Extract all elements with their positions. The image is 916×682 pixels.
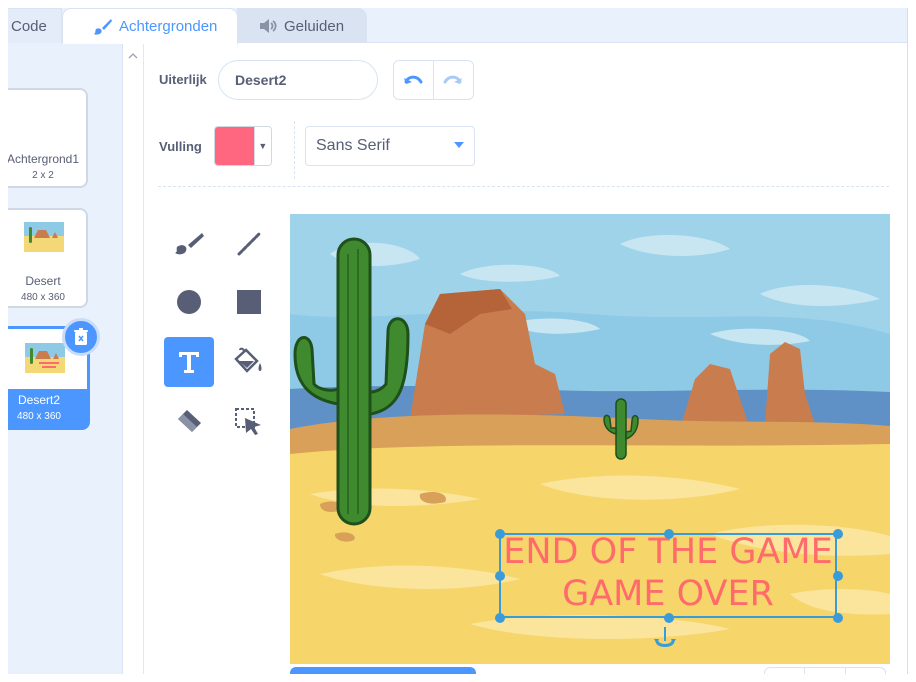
resize-handle[interactable]: [495, 571, 505, 581]
fill-color-picker[interactable]: ▼: [214, 126, 272, 166]
zoom-controls: [764, 667, 886, 674]
undo-icon: [404, 75, 423, 84]
text-icon: [179, 352, 199, 373]
redo-icon: [443, 75, 463, 84]
fill-color-swatch: [215, 127, 254, 165]
resize-handle[interactable]: [833, 529, 843, 539]
redo-button[interactable]: [434, 61, 474, 99]
tab-backdrops-label: Achtergronden: [119, 18, 218, 35]
text-tool[interactable]: [164, 337, 214, 387]
tab-sounds-label: Geluiden: [284, 17, 345, 35]
rectangle-icon: [237, 290, 261, 314]
tab-sounds[interactable]: Geluiden: [237, 8, 367, 43]
zoom-out-button[interactable]: [765, 668, 806, 674]
circle-tool[interactable]: [164, 277, 214, 327]
select-icon: [235, 408, 261, 435]
text-selection-box[interactable]: END OF THE GAME GAME OVER: [495, 529, 843, 623]
backdrop-item-desert[interactable]: Desert 480 x 360: [8, 208, 88, 308]
rotate-handle-icon[interactable]: [653, 627, 677, 651]
backdrop-list-scrollbar[interactable]: [122, 43, 144, 674]
chevron-up-icon[interactable]: [128, 51, 138, 61]
caret-down-icon: [454, 142, 464, 148]
fill-icon: [234, 347, 262, 373]
eraser-icon: [178, 410, 201, 432]
resize-handle[interactable]: [833, 613, 843, 623]
resize-handle[interactable]: [833, 571, 843, 581]
costume-name-input[interactable]: Desert2: [218, 60, 378, 100]
undo-redo-group: [393, 60, 474, 100]
zoom-in-button[interactable]: [846, 668, 885, 674]
backdrop-name: Desert2: [17, 393, 61, 407]
line-icon: [237, 232, 261, 256]
backdrop-name: Desert: [25, 274, 61, 288]
drawing-canvas[interactable]: END OF THE GAME GAME OVER: [290, 214, 890, 664]
line-tool[interactable]: [224, 219, 274, 269]
backdrop-item-achtergrond1[interactable]: Achtergrond1 2 x 2: [8, 88, 88, 188]
select-tool[interactable]: [224, 397, 274, 447]
tab-code-label: Code: [11, 17, 47, 35]
fill-tool[interactable]: [224, 337, 274, 387]
circle-icon: [177, 290, 201, 314]
tab-bar: Code Achtergronden Geluiden: [8, 8, 907, 44]
zoom-reset-button[interactable]: [805, 668, 846, 674]
costume-name-value: Desert2: [235, 72, 287, 88]
resize-handle[interactable]: [495, 529, 505, 539]
backdrop-size: 2 x 2: [32, 170, 54, 181]
desert2-thumbnail: [25, 343, 65, 373]
backdrop-size: 480 x 360: [17, 411, 61, 422]
tab-backdrops[interactable]: Achtergronden: [62, 8, 238, 44]
delete-backdrop-button[interactable]: [62, 318, 100, 356]
font-dropdown-value: Sans Serif: [316, 137, 390, 154]
paint-editor-window: Code Achtergronden Geluiden Achtergrond1…: [8, 8, 908, 674]
undo-button[interactable]: [394, 61, 434, 99]
resize-handle[interactable]: [495, 613, 505, 623]
desert-thumbnail: [24, 222, 64, 252]
canvas-text-line-2[interactable]: GAME OVER: [501, 574, 835, 614]
paint-editor: Uiterlijk Desert2 Vulling ▼ Sans Serif E…: [144, 43, 907, 674]
toolbar-separator: [158, 186, 889, 187]
eraser-tool[interactable]: [164, 397, 214, 447]
font-dropdown[interactable]: Sans Serif: [305, 126, 475, 166]
rectangle-tool[interactable]: [224, 277, 274, 327]
backdrop-list: Achtergrond1 2 x 2 Desert 480 x 360 Dese…: [8, 43, 122, 674]
costume-label: Uiterlijk: [159, 72, 207, 87]
tab-code[interactable]: Code: [8, 8, 62, 43]
paintbrush-icon: [94, 18, 112, 35]
trash-icon: [74, 328, 88, 345]
toolbar-divider: [294, 121, 295, 179]
resize-handle[interactable]: [664, 529, 674, 539]
fill-label: Vulling: [159, 139, 202, 154]
backdrop-name: Achtergrond1: [8, 152, 80, 166]
caret-down-icon: ▼: [253, 127, 271, 165]
convert-button[interactable]: [290, 667, 476, 674]
brush-tool[interactable]: [164, 219, 214, 269]
backdrop-size: 480 x 360: [21, 292, 65, 303]
resize-handle[interactable]: [664, 613, 674, 623]
speaker-icon: [260, 19, 277, 33]
brush-icon: [175, 233, 204, 255]
